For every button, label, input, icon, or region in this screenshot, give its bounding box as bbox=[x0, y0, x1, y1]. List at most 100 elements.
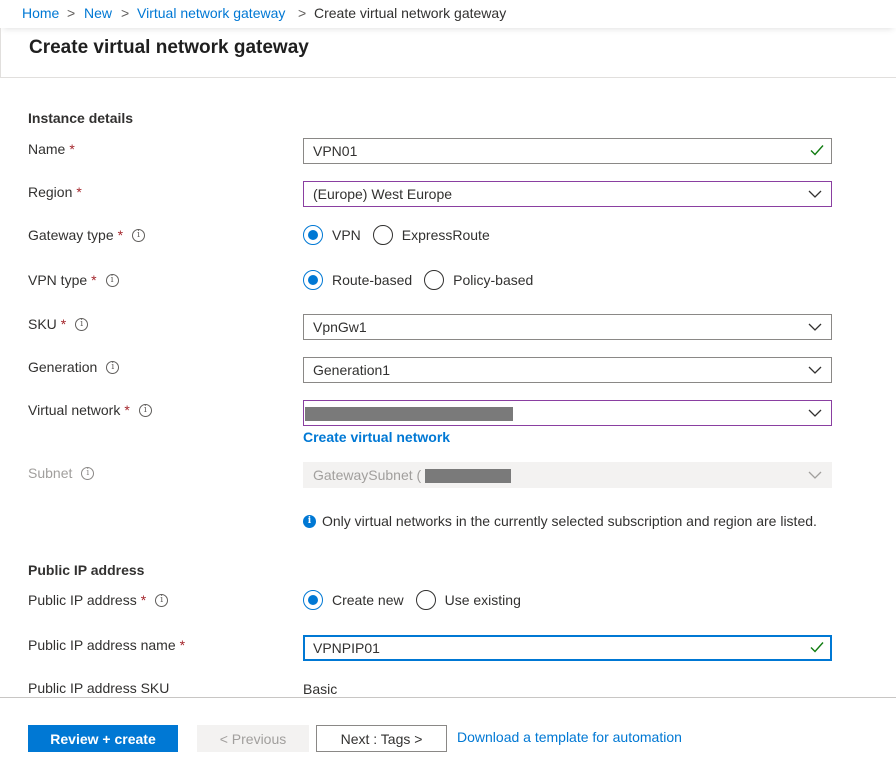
radio-label: Create new bbox=[332, 592, 404, 608]
gateway-type-label-text: Gateway type bbox=[28, 227, 114, 243]
public-ip-address-label: Public IP address * i bbox=[28, 592, 169, 608]
name-value: VPN01 bbox=[313, 143, 358, 159]
public-ip-name-value: VPNPIP01 bbox=[313, 640, 380, 656]
name-field[interactable]: VPN01 bbox=[303, 138, 832, 164]
info-note: i Only virtual networks in the currently… bbox=[303, 513, 817, 529]
required-marker: * bbox=[140, 592, 147, 608]
info-icon[interactable]: i bbox=[106, 360, 120, 374]
radio-unselected-icon bbox=[415, 590, 436, 610]
info-filled-icon: i bbox=[303, 514, 316, 528]
next-tags-button[interactable]: Next : Tags > bbox=[316, 725, 447, 752]
chevron-down-icon bbox=[808, 323, 822, 331]
name-label-text: Name bbox=[28, 141, 66, 157]
radio-label: Route-based bbox=[332, 272, 413, 288]
sku-label: SKU * i bbox=[28, 316, 89, 332]
page-header: Create virtual network gateway bbox=[0, 28, 896, 78]
gateway-type-expressroute-radio[interactable]: ExpressRoute bbox=[372, 225, 490, 245]
public-ip-name-field[interactable]: VPNPIP01 bbox=[303, 635, 832, 661]
required-marker: * bbox=[179, 637, 186, 653]
breadcrumb-virtual-network-gateway[interactable]: Virtual network gateway bbox=[137, 5, 285, 21]
region-dropdown[interactable]: (Europe) West Europe bbox=[303, 181, 832, 207]
redacted-value bbox=[305, 407, 513, 422]
checkmark-icon bbox=[810, 145, 824, 156]
public-ip-address-label-text: Public IP address bbox=[28, 592, 137, 608]
radio-unselected-icon bbox=[424, 270, 445, 290]
required-marker: * bbox=[124, 402, 130, 418]
breadcrumb-current: Create virtual network gateway bbox=[314, 5, 507, 21]
section-title-instance-details: Instance details bbox=[28, 110, 134, 126]
breadcrumb-new[interactable]: New bbox=[84, 5, 112, 21]
previous-button: < Previous bbox=[197, 725, 309, 752]
breadcrumb: Home > New > Virtual network gateway > C… bbox=[0, 0, 896, 28]
generation-label-text: Generation bbox=[28, 359, 98, 375]
radio-label: VPN bbox=[332, 227, 361, 243]
public-ip-create-new-radio[interactable]: Create new bbox=[303, 590, 404, 610]
radio-selected-icon bbox=[303, 225, 323, 245]
chevron-right-icon: > bbox=[121, 5, 130, 21]
vpn-type-policy-based-radio[interactable]: Policy-based bbox=[424, 270, 533, 290]
sku-dropdown[interactable]: VpnGw1 bbox=[303, 314, 832, 340]
public-ip-sku-label-text: Public IP address SKU bbox=[28, 680, 170, 696]
radio-unselected-icon bbox=[372, 225, 393, 245]
create-virtual-network-link[interactable]: Create virtual network bbox=[303, 429, 450, 445]
public-ip-sku-value: Basic bbox=[303, 681, 338, 697]
public-ip-sku-label: Public IP address SKU bbox=[28, 680, 169, 696]
radio-selected-icon bbox=[303, 270, 323, 290]
info-icon[interactable]: i bbox=[81, 466, 95, 480]
gateway-type-vpn-radio[interactable]: VPN bbox=[303, 225, 361, 245]
virtual-network-label-text: Virtual network bbox=[28, 402, 121, 418]
required-marker: * bbox=[117, 227, 124, 243]
region-value: (Europe) West Europe bbox=[313, 186, 453, 202]
chevron-down-icon bbox=[808, 366, 822, 374]
sku-label-text: SKU bbox=[28, 316, 57, 332]
virtual-network-label: Virtual network * i bbox=[28, 402, 152, 418]
review-create-button[interactable]: Review + create bbox=[28, 725, 178, 752]
vpn-type-radio-group: Route-based Policy-based bbox=[303, 270, 545, 290]
page-title: Create virtual network gateway bbox=[29, 37, 309, 58]
region-label: Region * bbox=[28, 184, 82, 200]
breadcrumb-home[interactable]: Home bbox=[22, 5, 59, 21]
generation-dropdown[interactable]: Generation1 bbox=[303, 357, 832, 383]
radio-selected-icon bbox=[303, 590, 323, 610]
name-label: Name * bbox=[28, 141, 75, 157]
footer-action-bar: Review + create < Previous Next : Tags >… bbox=[0, 697, 896, 768]
subnet-label: Subnet i bbox=[28, 465, 95, 481]
chevron-down-icon bbox=[808, 409, 822, 417]
subnet-label-text: Subnet bbox=[28, 465, 73, 481]
section-title-public-ip: Public IP address bbox=[28, 562, 145, 578]
chevron-down-icon bbox=[808, 190, 822, 198]
info-icon[interactable]: i bbox=[132, 228, 146, 242]
info-icon[interactable]: i bbox=[105, 273, 119, 287]
public-ip-use-existing-radio[interactable]: Use existing bbox=[415, 590, 521, 610]
checkmark-icon bbox=[810, 642, 824, 653]
radio-label: ExpressRoute bbox=[401, 227, 490, 243]
vpn-type-label: VPN type * i bbox=[28, 272, 119, 288]
info-icon[interactable]: i bbox=[155, 593, 169, 607]
required-marker: * bbox=[76, 184, 82, 200]
virtual-network-dropdown[interactable] bbox=[303, 400, 832, 426]
redacted-value bbox=[425, 469, 512, 484]
generation-value: Generation1 bbox=[313, 362, 391, 378]
chevron-down-icon bbox=[808, 471, 822, 479]
required-marker: * bbox=[60, 316, 67, 332]
generation-label: Generation i bbox=[28, 359, 120, 375]
radio-label: Use existing bbox=[444, 592, 521, 608]
info-note-text: Only virtual networks in the currently s… bbox=[322, 513, 817, 529]
gateway-type-label: Gateway type * i bbox=[28, 227, 146, 243]
public-ip-name-label-text: Public IP address name bbox=[28, 637, 176, 653]
radio-label: Policy-based bbox=[453, 272, 534, 288]
info-icon[interactable]: i bbox=[75, 317, 89, 331]
download-template-link[interactable]: Download a template for automation bbox=[457, 729, 682, 745]
info-icon[interactable]: i bbox=[138, 403, 152, 417]
vpn-type-route-based-radio[interactable]: Route-based bbox=[303, 270, 412, 290]
chevron-right-icon: > bbox=[298, 5, 307, 21]
required-marker: * bbox=[91, 272, 97, 288]
required-marker: * bbox=[69, 141, 75, 157]
vpn-type-label-text: VPN type bbox=[28, 272, 88, 288]
sku-value: VpnGw1 bbox=[313, 319, 367, 335]
region-label-text: Region bbox=[28, 184, 73, 200]
subnet-dropdown: GatewaySubnet ( bbox=[303, 462, 832, 488]
gateway-type-radio-group: VPN ExpressRoute bbox=[303, 225, 502, 245]
chevron-right-icon: > bbox=[67, 5, 76, 21]
public-ip-radio-group: Create new Use existing bbox=[303, 590, 533, 610]
